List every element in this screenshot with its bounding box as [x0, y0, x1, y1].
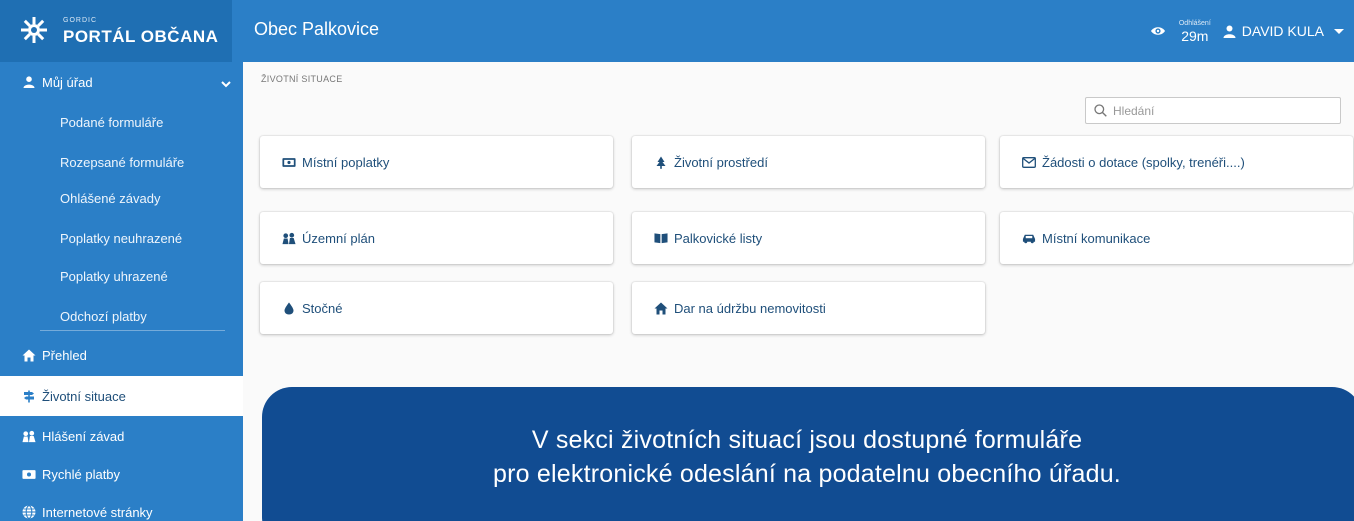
sidebar-item-draft-forms[interactable]: Rozepsané formuláře [0, 142, 243, 182]
header-actions: Odhlášení 29m DAVID KULA [1149, 0, 1344, 62]
brand-title: PORTÁL OBČANA [63, 27, 219, 46]
card-local-roads[interactable]: Místní komunikace [1000, 212, 1353, 264]
gordic-logo-icon [21, 17, 47, 43]
card-label: Dar na údržbu nemovitosti [674, 300, 826, 316]
card-label: Žádosti o dotace (spolky, trenéři....) [1042, 154, 1245, 170]
search-box[interactable] [1085, 97, 1341, 124]
logout-time: 29m [1181, 27, 1209, 44]
info-banner: V sekci životních situací jsou dostupné … [262, 387, 1354, 521]
app-window: GORDIC PORTÁL OBČANA Obec Palkovice Odhl… [0, 0, 1354, 521]
report-icon [22, 429, 36, 443]
card-label: Palkovické listy [674, 230, 763, 246]
brand[interactable]: GORDIC PORTÁL OBČANA [0, 0, 232, 62]
card-label: Územní plán [302, 230, 375, 246]
sidebar-item-label: Poplatky uhrazené [60, 268, 168, 284]
user-menu[interactable]: DAVID KULA [1223, 23, 1344, 39]
sidebar-item-life-situations[interactable]: Životní situace [0, 376, 243, 416]
signpost-icon [22, 389, 36, 403]
sidebar-item-quick-payments[interactable]: Rychlé platby [0, 454, 243, 494]
eye-icon[interactable] [1149, 22, 1167, 40]
sidebar-item-label: Poplatky neuhrazené [60, 230, 183, 246]
book-icon [654, 231, 668, 245]
money-icon [282, 155, 296, 169]
search-input[interactable] [1113, 103, 1323, 118]
home-icon [22, 348, 36, 362]
sidebar-item-label: Ohlášené závady [60, 190, 161, 206]
search-icon [1094, 104, 1107, 117]
globe-icon [22, 505, 36, 519]
breadcrumb: ŽIVOTNÍ SITUACE [261, 74, 343, 84]
sidebar-item-label: Odchozí platby [60, 308, 147, 324]
sidebar-item-overview[interactable]: Přehled [0, 335, 243, 375]
sidebar-item-unpaid-fees[interactable]: Poplatky neuhrazené [0, 218, 243, 258]
banner-line-1: V sekci životních situací jsou dostupné … [531, 426, 1083, 454]
banner-line-2: pro elektronické odeslání na podatelnu o… [493, 460, 1121, 488]
card-label: Místní poplatky [302, 154, 390, 170]
banner-text: V sekci životních situací jsou dostupné … [262, 423, 1352, 491]
sidebar-item-label: Životní situace [42, 388, 126, 404]
municipality-name: Obec Palkovice [254, 19, 380, 39]
card-palkovice-newsletter[interactable]: Palkovické listy [632, 212, 985, 264]
sidebar-item-label: Internetové stránky [42, 504, 153, 520]
card-label: Stočné [302, 300, 343, 316]
money-icon [22, 467, 36, 481]
home-icon [654, 301, 668, 315]
sidebar-item-website[interactable]: Internetové stránky [0, 492, 243, 521]
sidebar-item-label: Rozepsané formuláře [60, 154, 185, 170]
drop-icon [282, 301, 296, 315]
user-icon [22, 75, 36, 89]
sidebar-item-paid-fees[interactable]: Poplatky uhrazené [0, 256, 243, 296]
car-icon [1022, 231, 1036, 245]
card-grant-requests[interactable]: Žádosti o dotace (spolky, trenéři....) [1000, 136, 1353, 188]
sidebar-item-label: Přehled [42, 347, 87, 363]
sidebar-item-label: Podané formuláře [60, 114, 164, 130]
top-bar: GORDIC PORTÁL OBČANA Obec Palkovice Odhl… [0, 0, 1354, 62]
card-local-fees[interactable]: Místní poplatky [260, 136, 613, 188]
card-property-maintenance-gift[interactable]: Dar na údržbu nemovitosti [632, 282, 985, 334]
sidebar: Můj úřad Podané formuláře Rozepsané form… [0, 62, 243, 521]
user-name: DAVID KULA [1241, 23, 1324, 39]
user-icon [1223, 25, 1236, 38]
sidebar-item-label: Hlášení závad [42, 428, 125, 444]
sidebar-item-submitted-forms[interactable]: Podané formuláře [0, 102, 243, 142]
logout-timer[interactable]: Odhlášení 29m [1179, 20, 1211, 43]
sidebar-group-my-office[interactable]: Můj úřad [0, 62, 243, 102]
sidebar-divider [40, 330, 225, 331]
sidebar-item-reported-faults[interactable]: Ohlášené závady [0, 178, 243, 218]
tree-icon [654, 155, 668, 169]
map-icon [282, 231, 296, 245]
chevron-down-icon [221, 76, 231, 91]
card-label: Místní komunikace [1042, 230, 1151, 246]
logout-label: Odhlášení [1178, 19, 1211, 27]
card-zoning-plan[interactable]: Územní plán [260, 212, 613, 264]
sidebar-group-label: Můj úřad [42, 74, 93, 90]
sidebar-item-fault-reports[interactable]: Hlášení závad [0, 416, 243, 456]
card-environment[interactable]: Životní prostředí [632, 136, 985, 188]
brand-subtitle: GORDIC [63, 17, 97, 24]
card-label: Životní prostředí [674, 154, 768, 170]
chevron-down-icon [1334, 28, 1344, 34]
sidebar-item-label: Rychlé platby [42, 466, 121, 482]
card-sewage-fee[interactable]: Stočné [260, 282, 613, 334]
envelope-icon [1022, 155, 1036, 169]
